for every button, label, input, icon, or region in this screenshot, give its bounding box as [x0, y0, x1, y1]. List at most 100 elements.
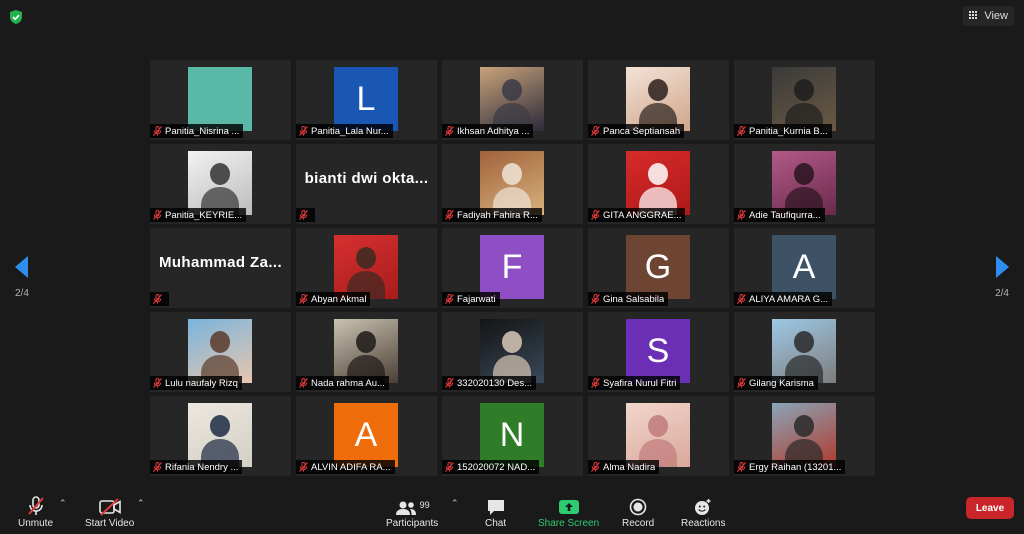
unmute-button[interactable]: Unmute: [18, 494, 53, 529]
record-button[interactable]: Record: [622, 494, 654, 529]
avatar-initial: L: [356, 79, 376, 118]
muted-mic-icon: [737, 294, 746, 304]
participant-tile[interactable]: Panitia_Kurnia B...: [734, 60, 875, 140]
video-camera-off-icon: [98, 498, 121, 516]
participant-tile[interactable]: Alma Nadira: [588, 396, 729, 476]
participant-name: Rifania Nendry ...: [165, 461, 239, 473]
participant-photo: [772, 403, 836, 467]
participant-tile[interactable]: Muhammad Za...: [150, 228, 291, 308]
muted-mic-icon: [299, 210, 308, 220]
participant-nametag: Panitia_Nisrina ...: [150, 124, 244, 138]
participant-photo: [772, 319, 836, 383]
participant-name: Panca Septiansah: [603, 125, 681, 137]
muted-mic-icon: [153, 210, 162, 220]
participant-tile[interactable]: Adie Taufiqurra...: [734, 144, 875, 224]
participant-tile[interactable]: Rifania Nendry ...: [150, 396, 291, 476]
participant-photo: [334, 319, 398, 383]
participant-nametag: Nada rahma Au...: [296, 376, 389, 390]
reactions-button[interactable]: Reactions: [681, 494, 725, 529]
participant-photo: [188, 403, 252, 467]
participants-options-caret-icon[interactable]: ⌃: [451, 498, 459, 509]
participant-nametag: Panitia_Lala Nur...: [296, 124, 393, 138]
smiley-reaction-icon: [695, 499, 711, 515]
participant-tile[interactable]: G Gina Salsabila: [588, 228, 729, 308]
avatar-initial: F: [501, 247, 523, 286]
participant-photo: [188, 319, 252, 383]
participant-tile[interactable]: Abyan Akmal: [296, 228, 437, 308]
participant-tile[interactable]: A ALVIN ADIFA RA...: [296, 396, 437, 476]
participant-tile[interactable]: Panitia_Nisrina ...: [150, 60, 291, 140]
participant-nametag: Alma Nadira: [588, 460, 660, 474]
participant-tile[interactable]: GITA ANGGRAE...: [588, 144, 729, 224]
participant-photo: [772, 151, 836, 215]
participant-tile[interactable]: A ALIYA AMARA G...: [734, 228, 875, 308]
participant-name: ALVIN ADIFA RA...: [311, 461, 391, 473]
participant-tile[interactable]: 332020130 Des...: [442, 312, 583, 392]
muted-mic-icon: [299, 378, 308, 388]
participant-nametag: Panitia_KEYRIE...: [150, 208, 247, 222]
participant-nametag: 152020072 NAD...: [442, 460, 540, 474]
video-options-caret-icon[interactable]: ⌃: [137, 498, 145, 509]
view-button[interactable]: View: [963, 6, 1014, 26]
participant-nametag: Gilang Karisma: [734, 376, 818, 390]
participant-gallery: Panitia_Nisrina ... L Panitia_Lala Nur... I…: [150, 60, 875, 476]
participant-tile[interactable]: Fadiyah Fahira R...: [442, 144, 583, 224]
muted-mic-icon: [737, 126, 746, 136]
participant-tile[interactable]: Lulu naufaly Rizq: [150, 312, 291, 392]
record-label: Record: [622, 518, 655, 529]
participant-tile[interactable]: F Fajarwati: [442, 228, 583, 308]
participant-tile[interactable]: Ergy Raihan (13201...: [734, 396, 875, 476]
page-indicator-right: 2/4: [995, 288, 1009, 299]
view-label: View: [984, 10, 1008, 22]
participant-name: Ikhsan Adhitya ...: [457, 125, 530, 137]
participant-tile[interactable]: S Syafira Nurul Fitri: [588, 312, 729, 392]
participant-nametag: Rifania Nendry ...: [150, 460, 243, 474]
participant-name: Syafira Nurul Fitri: [603, 377, 677, 389]
participant-nametag: [296, 208, 315, 222]
participant-photo: [626, 151, 690, 215]
leave-button[interactable]: Leave: [966, 497, 1014, 519]
share-screen-button[interactable]: Share Screen: [538, 494, 599, 529]
start-video-label: Start Video: [85, 518, 135, 529]
chat-label: Chat: [485, 518, 507, 529]
participant-tile[interactable]: L Panitia_Lala Nur...: [296, 60, 437, 140]
muted-mic-icon: [737, 378, 746, 388]
participant-avatar: F: [480, 235, 544, 299]
avatar-initial: A: [792, 247, 816, 286]
participant-display-name: Muhammad Za...: [158, 254, 283, 271]
participant-tile[interactable]: bianti dwi okta...: [296, 144, 437, 224]
participant-photo: [626, 67, 690, 131]
participant-tile[interactable]: Nada rahma Au...: [296, 312, 437, 392]
participant-avatar: G: [626, 235, 690, 299]
chat-button[interactable]: Chat: [485, 494, 506, 529]
microphone-muted-icon: [27, 496, 44, 515]
participant-name: Alma Nadira: [603, 461, 656, 473]
participant-nametag: Ikhsan Adhitya ...: [442, 124, 534, 138]
start-video-button[interactable]: Start Video: [85, 494, 134, 529]
muted-mic-icon: [445, 126, 454, 136]
muted-mic-icon: [445, 210, 454, 220]
participants-button[interactable]: 99 Participants: [386, 494, 438, 529]
participant-nametag: [150, 292, 169, 306]
muted-mic-icon: [737, 210, 746, 220]
participant-nametag: GITA ANGGRAE...: [588, 208, 686, 222]
participant-name: Panitia_Kurnia B...: [749, 125, 828, 137]
participant-tile[interactable]: Panitia_KEYRIE...: [150, 144, 291, 224]
record-icon: [629, 498, 647, 516]
participant-tile[interactable]: Ikhsan Adhitya ...: [442, 60, 583, 140]
grid-view-icon: [969, 11, 979, 21]
participant-name: Gilang Karisma: [749, 377, 814, 389]
avatar-initial: A: [354, 415, 378, 454]
participant-name: Gina Salsabila: [603, 293, 665, 305]
participant-tile[interactable]: Panca Septiansah: [588, 60, 729, 140]
audio-options-caret-icon[interactable]: ⌃: [59, 498, 67, 509]
participant-tile[interactable]: Gilang Karisma: [734, 312, 875, 392]
next-page-arrow-icon[interactable]: [996, 256, 1009, 278]
participant-tile[interactable]: N 152020072 NAD...: [442, 396, 583, 476]
security-shield-icon[interactable]: [8, 9, 24, 25]
avatar-initial: S: [646, 331, 670, 370]
participant-nametag: Abyan Akmal: [296, 292, 371, 306]
muted-mic-icon: [591, 378, 600, 388]
reactions-label: Reactions: [681, 518, 726, 529]
previous-page-arrow-icon[interactable]: [15, 256, 28, 278]
